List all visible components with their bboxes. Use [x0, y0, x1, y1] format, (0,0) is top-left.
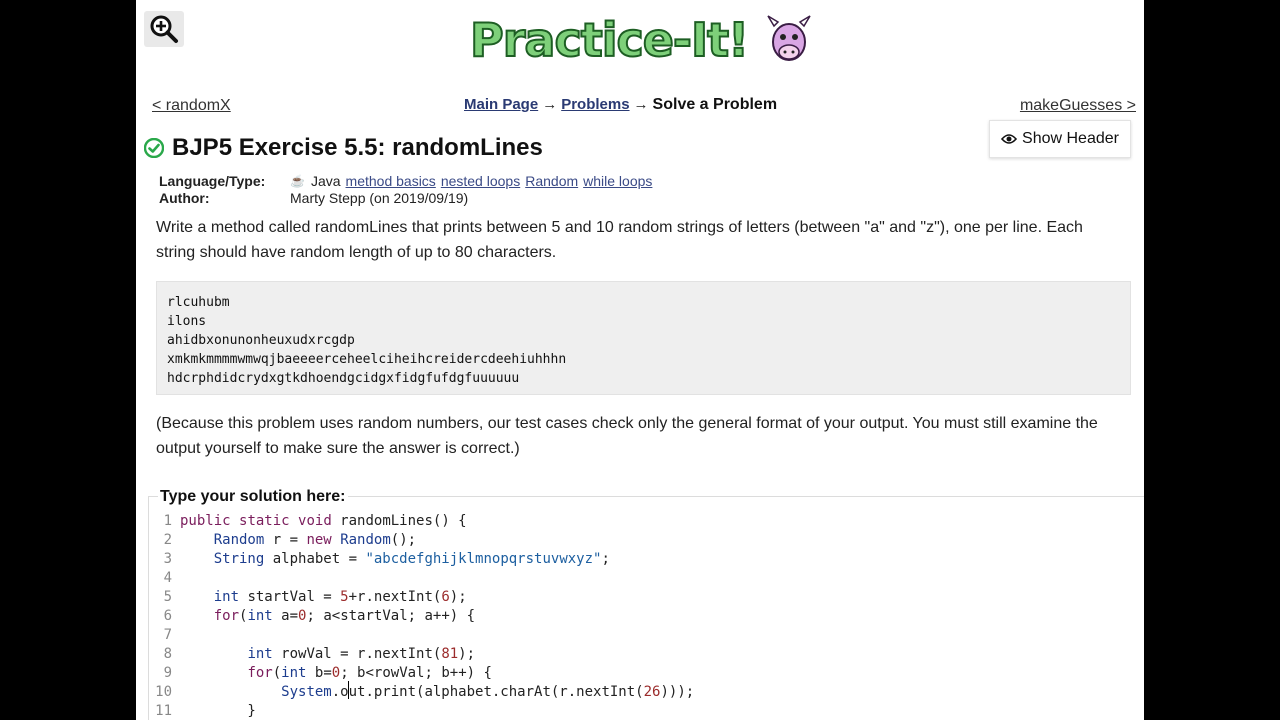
sample-output: rlcuhubm ilons ahidbxonunonheuxudxrcgdp … — [156, 281, 1131, 395]
crumb-arrow: → — [542, 96, 558, 113]
author-label: Author: — [159, 189, 210, 206]
code-line[interactable]: Random r = new Random(); — [180, 532, 416, 548]
line-number: 11 — [155, 703, 172, 719]
line-number: 3 — [163, 551, 172, 567]
code-line[interactable]: for(int b=0; b<rowVal; b++) { — [180, 665, 491, 681]
crumb-main-page-link[interactable]: Main Page — [464, 96, 538, 113]
next-problem-link[interactable]: makeGuesses > — [1020, 97, 1136, 115]
code-line[interactable]: for(int a=0; a<startVal; a++) { — [180, 608, 475, 624]
language-label: Language/Type: — [159, 172, 266, 189]
code-line[interactable]: System.out.print(alphabet.charAt(r.nextI… — [180, 684, 694, 700]
code-line[interactable]: String alphabet = "abcdefghijklmnopqrstu… — [180, 551, 610, 567]
tag-while-loops[interactable]: while loops — [583, 173, 652, 189]
line-number: 4 — [163, 570, 172, 586]
page: Practice-It! < randomX Main Page → Problem… — [136, 0, 1144, 720]
line-number: 2 — [163, 532, 172, 548]
problem-meta: Language/Type: ☕ Java method basics nest… — [159, 172, 657, 206]
code-line[interactable]: } — [180, 703, 255, 719]
author-value: Marty Stepp (on 2019/09/19) — [290, 189, 469, 206]
crumb-problems-link[interactable]: Problems — [561, 96, 629, 113]
problem-description: Write a method called randomLines that p… — [156, 219, 1083, 261]
crumb-arrow: → — [633, 96, 649, 113]
crumb-current: Solve a Problem — [652, 96, 778, 113]
line-number: 9 — [163, 665, 172, 681]
show-header-button[interactable]: Show Header — [989, 120, 1131, 158]
check-circle-icon — [144, 138, 164, 158]
prev-problem-link[interactable]: < randomX — [152, 97, 231, 115]
line-number: 10 — [155, 684, 172, 700]
practice-it-logo: Practice-It! — [469, 12, 811, 68]
problem-title-row: BJP5 Exercise 5.5: randomLines — [144, 134, 543, 162]
eye-icon — [1001, 134, 1018, 144]
show-header-label: Show Header — [1022, 130, 1119, 147]
tag-random[interactable]: Random — [525, 173, 578, 189]
line-number: 6 — [163, 608, 172, 624]
code-line[interactable]: int rowVal = r.nextInt(81); — [180, 646, 475, 662]
line-number: 7 — [163, 627, 172, 643]
tag-method-basics[interactable]: method basics — [346, 173, 436, 189]
zoom-in-button[interactable] — [144, 11, 184, 47]
code-line[interactable]: int startVal = 5+r.nextInt(6); — [180, 589, 467, 605]
line-number: 1 — [163, 513, 172, 529]
zoom-in-icon — [150, 15, 178, 43]
solution-label: Type your solution here: — [158, 488, 348, 506]
problem-note: (Because this problem uses random number… — [156, 415, 1098, 457]
problem-title: BJP5 Exercise 5.5: randomLines — [172, 134, 543, 161]
line-number: 5 — [163, 589, 172, 605]
code-editor[interactable]: 1 public static void randomLines() { 2 Ran… — [152, 511, 1142, 720]
svg-text:Practice-It!: Practice-It! — [470, 13, 748, 67]
tag-nested-loops[interactable]: nested loops — [441, 173, 520, 189]
java-cup-icon: ☕ — [290, 173, 305, 188]
line-number: 8 — [163, 646, 172, 662]
code-line[interactable]: public static void randomLines() { — [180, 513, 467, 529]
language-value: Java — [310, 172, 341, 189]
breadcrumb: Main Page → Problems → Solve a Problem — [464, 96, 777, 114]
